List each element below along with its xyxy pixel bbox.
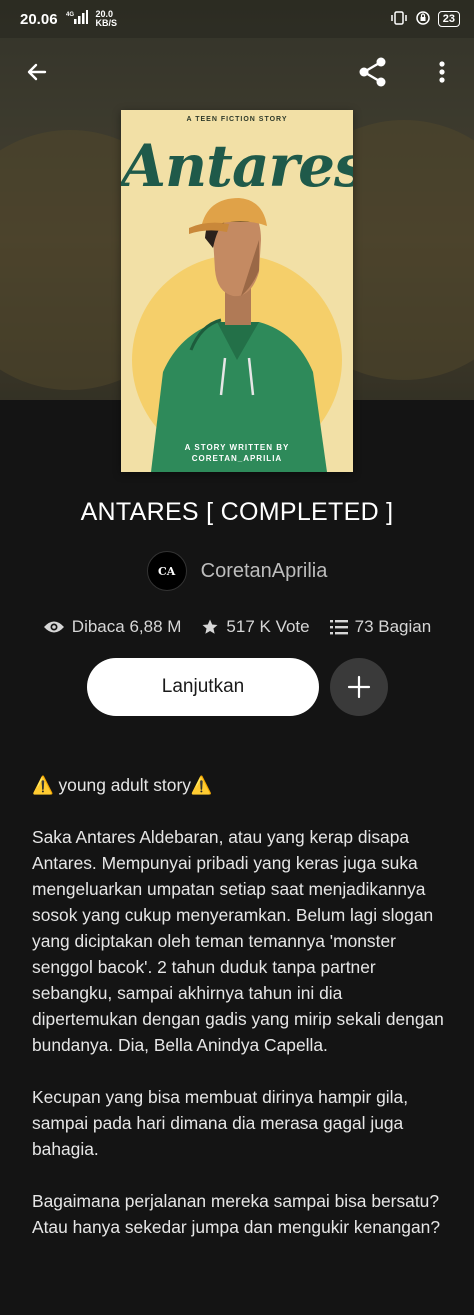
back-button[interactable] (15, 50, 59, 94)
network-speed-unit: KB/S (95, 18, 118, 28)
description-paragraph: ⚠️ young adult story⚠️ (32, 775, 213, 795)
more-options-button[interactable] (420, 50, 464, 94)
battery-indicator: 23 (437, 11, 460, 27)
story-stats: Dibaca 6,88 M 517 K Vote 73 Bagian (0, 612, 474, 642)
book-cover[interactable]: A TEEN FICTION STORY Antares A STORY WRI… (121, 110, 353, 472)
avatar[interactable]: CA (146, 551, 187, 591)
cover-credit-line1: A STORY WRITTEN BY (184, 443, 290, 452)
status-left: 20.06 4G 20.0 KB/S (20, 10, 117, 28)
description-paragraph: Bagaimana perjalanan mereka sampai bisa … (32, 1191, 440, 1237)
author-name[interactable]: CoretanAprilia (201, 560, 328, 583)
clock: 20.06 (20, 10, 58, 28)
add-to-library-button[interactable] (330, 658, 388, 716)
signal-icon: 4G (66, 10, 88, 28)
vibrate-icon (390, 10, 408, 28)
app-bar (0, 50, 474, 98)
continue-reading-button[interactable]: Lanjutkan (87, 658, 319, 716)
lock-icon (416, 10, 430, 28)
network-type-label: 4G (66, 12, 74, 18)
eye-icon (43, 621, 64, 633)
share-icon (359, 57, 386, 87)
share-button[interactable] (351, 50, 395, 94)
star-icon (202, 619, 218, 634)
parts-count: 73 Bagian (354, 617, 432, 636)
description-paragraph: Saka Antares Aldebaran, atau yang kerap … (32, 827, 444, 1055)
status-right: 23 (390, 10, 460, 28)
plus-icon (347, 675, 371, 699)
reads-stat: Dibaca 6,88 M (43, 617, 182, 637)
parts-stat: 73 Bagian (329, 617, 432, 637)
story-title: ANTARES [ COMPLETED ] (80, 498, 394, 526)
more-vertical-icon (439, 61, 445, 83)
cover-credit: A STORY WRITTEN BY CORETAN_APRILIA (121, 442, 353, 464)
votes-count: 517 K Vote (226, 617, 310, 636)
description-paragraph: Kecupan yang bisa membuat dirinya hampir… (32, 1087, 409, 1159)
reads-count: Dibaca 6,88 M (71, 617, 182, 636)
list-icon (329, 620, 348, 635)
cover-tagline: A TEEN FICTION STORY (186, 116, 288, 123)
story-description: ⚠️ young adult story⚠️ Saka Antares Alde… (32, 772, 446, 1266)
cover-credit-line2: CORETAN_APRILIA (191, 454, 283, 463)
status-bar: 20.06 4G 20.0 KB/S 23 (0, 0, 474, 38)
author-row[interactable]: CA CoretanAprilia (0, 548, 474, 594)
cover-title: Antares (121, 132, 353, 200)
arrow-left-icon (27, 63, 47, 81)
votes-stat: 517 K Vote (201, 617, 310, 637)
network-speed: 20.0 KB/S (96, 10, 118, 28)
